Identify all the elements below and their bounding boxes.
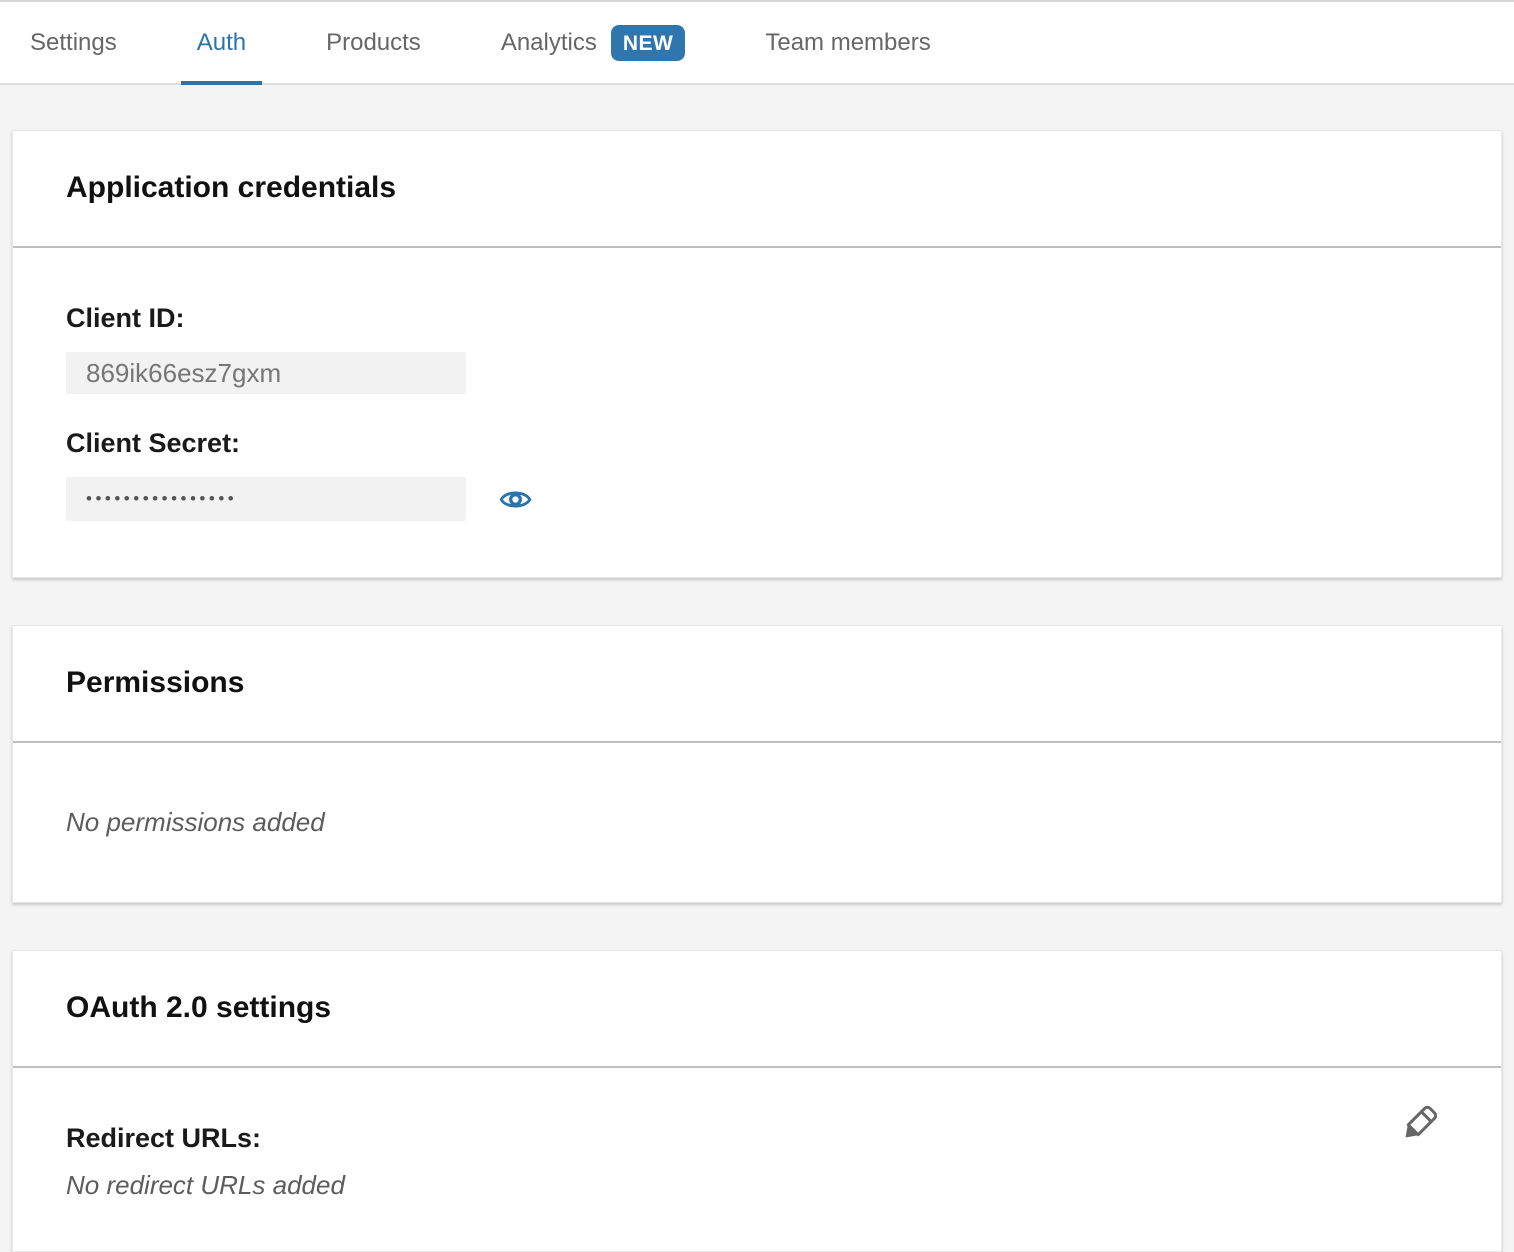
page-content: Application credentials Client ID: 869ik… bbox=[0, 85, 1514, 1252]
tab-auth-label: Auth bbox=[197, 29, 246, 57]
tab-team-members-label: Team members bbox=[765, 29, 930, 57]
client-secret-masked-value: •••••••••••••••• bbox=[86, 489, 237, 509]
client-secret-label: Client Secret: bbox=[66, 427, 1448, 459]
oauth-settings-title: OAuth 2.0 settings bbox=[66, 991, 1448, 1025]
client-secret-row: •••••••••••••••• bbox=[66, 477, 1448, 521]
permissions-body: No permissions added bbox=[13, 743, 1501, 902]
permissions-title: Permissions bbox=[66, 666, 1448, 700]
reveal-secret-button[interactable] bbox=[499, 483, 532, 516]
app-root: Settings Auth Products Analytics NEW Tea… bbox=[0, 0, 1514, 1252]
tab-settings-label: Settings bbox=[30, 29, 117, 57]
tab-bar: Settings Auth Products Analytics NEW Tea… bbox=[0, 0, 1514, 85]
client-id-value-field: 869ik66esz7gxm bbox=[66, 352, 466, 394]
tab-team-members[interactable]: Team members bbox=[749, 2, 946, 83]
tab-products-label: Products bbox=[326, 29, 421, 57]
application-credentials-card: Application credentials Client ID: 869ik… bbox=[12, 130, 1502, 578]
edit-redirect-urls-button[interactable] bbox=[1397, 1098, 1445, 1149]
oauth-settings-body: Redirect URLs: No redirect URLs added bbox=[13, 1068, 1501, 1251]
client-id-value: 869ik66esz7gxm bbox=[86, 358, 281, 389]
pencil-icon bbox=[1397, 1098, 1445, 1146]
tab-settings[interactable]: Settings bbox=[14, 2, 133, 83]
client-id-label: Client ID: bbox=[66, 302, 1448, 334]
permissions-card: Permissions No permissions added bbox=[12, 625, 1502, 903]
permissions-header: Permissions bbox=[13, 626, 1501, 741]
oauth-settings-card: OAuth 2.0 settings Redirect URLs: No red… bbox=[12, 950, 1502, 1252]
tab-analytics-label: Analytics bbox=[501, 29, 597, 57]
eye-icon bbox=[499, 483, 532, 516]
application-credentials-body: Client ID: 869ik66esz7gxm Client Secret:… bbox=[13, 248, 1501, 577]
permissions-empty-state: No permissions added bbox=[66, 806, 1448, 838]
redirect-urls-label: Redirect URLs: bbox=[66, 1122, 1448, 1154]
application-credentials-header: Application credentials bbox=[13, 131, 1501, 246]
application-credentials-title: Application credentials bbox=[66, 171, 1448, 205]
tab-auth[interactable]: Auth bbox=[181, 2, 262, 83]
new-badge: NEW bbox=[611, 25, 686, 61]
oauth-settings-header: OAuth 2.0 settings bbox=[13, 951, 1501, 1066]
tab-analytics[interactable]: Analytics NEW bbox=[485, 2, 702, 83]
redirect-urls-empty-state: No redirect URLs added bbox=[66, 1169, 1448, 1201]
client-secret-value-field: •••••••••••••••• bbox=[66, 477, 466, 521]
tab-products[interactable]: Products bbox=[310, 2, 437, 83]
